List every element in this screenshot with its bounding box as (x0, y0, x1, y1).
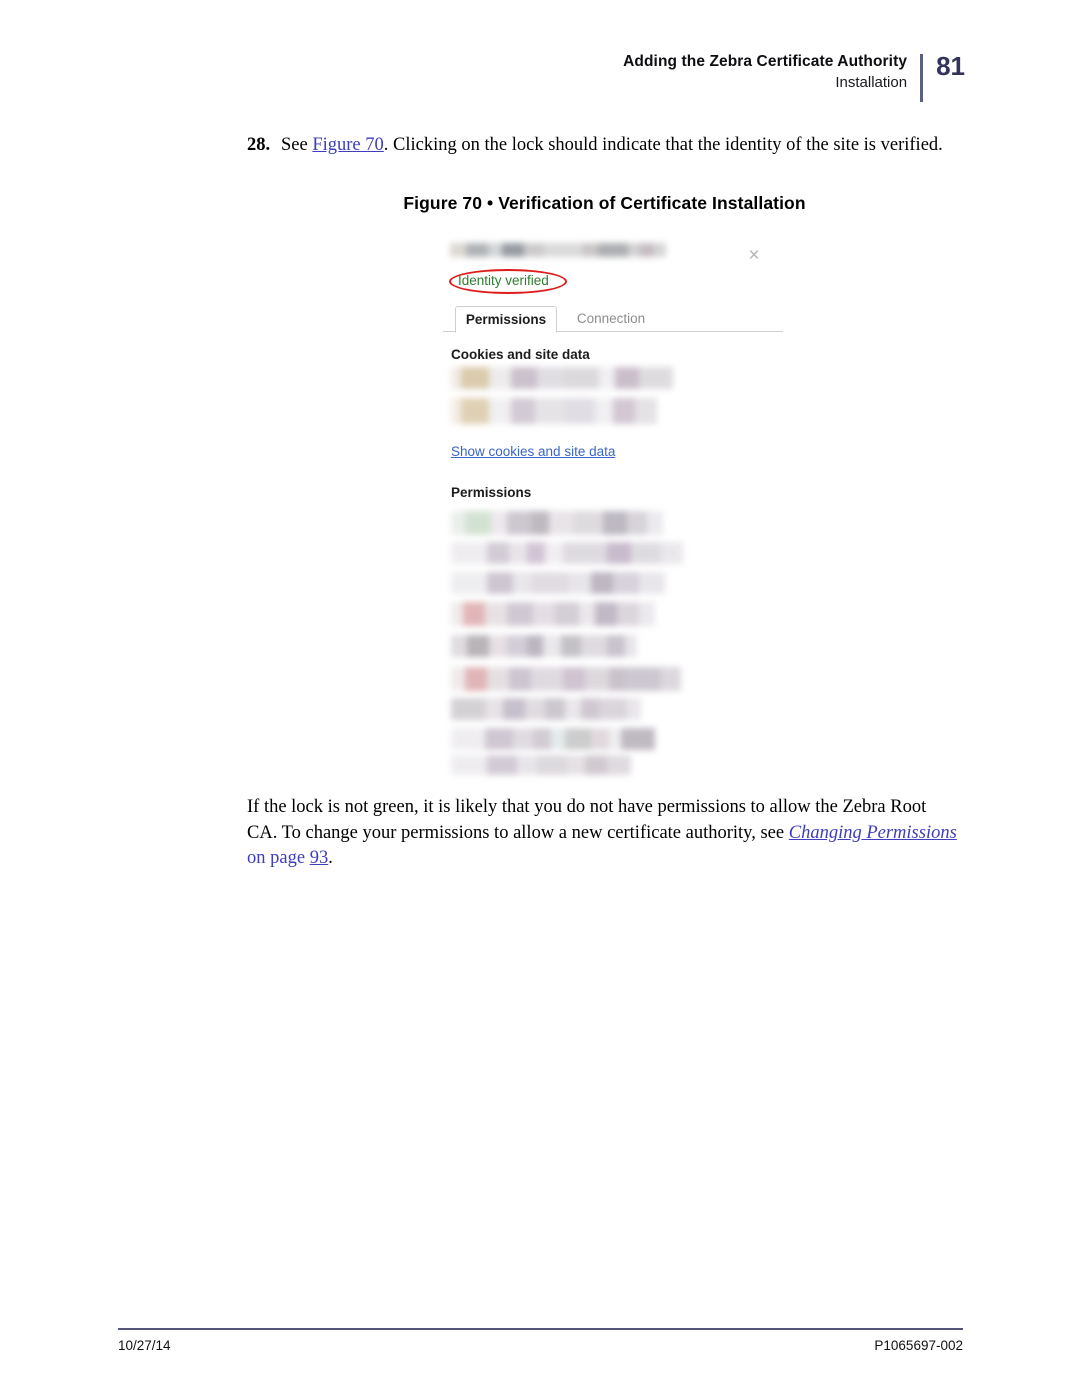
close-icon[interactable]: × (745, 246, 763, 265)
identity-verified-annotation: Identity verified (449, 269, 567, 294)
closing-part-3: . (328, 848, 333, 868)
redacted-row (451, 542, 683, 564)
tab-permissions[interactable]: Permissions (455, 305, 557, 333)
show-cookies-and-site-data-link[interactable]: Show cookies and site data (451, 444, 615, 459)
redacted-site-title-bar (450, 243, 666, 257)
header-title: Adding the Zebra Certificate Authority (623, 53, 908, 70)
page-header: Adding the Zebra Certificate Authority I… (623, 52, 965, 102)
header-text-block: Adding the Zebra Certificate Authority I… (623, 52, 920, 94)
step-text: See Figure 70. Clicking on the lock shou… (281, 133, 943, 158)
identity-status-label: Identity verified (458, 273, 549, 288)
redacted-row (451, 698, 641, 720)
page-93-crossref-link[interactable]: 93 (310, 848, 329, 868)
closing-part-2: on page (247, 848, 310, 868)
redacted-row (451, 728, 655, 750)
step-number: 28. (247, 135, 271, 155)
redacted-row (451, 367, 673, 389)
closing-paragraph: If the lock is not green, it is likely t… (247, 795, 959, 872)
redacted-row (451, 755, 631, 775)
tab-connection[interactable]: Connection (565, 306, 657, 333)
redacted-row (451, 398, 657, 424)
numbered-step-28: 28. See Figure 70. Clicking on the lock … (247, 133, 962, 158)
permissions-heading: Permissions (451, 485, 532, 500)
redacted-row (451, 511, 663, 535)
cookies-and-site-data-heading: Cookies and site data (451, 347, 590, 362)
header-subtitle: Installation (835, 74, 908, 91)
figure-caption: Figure 70 • Verification of Certificate … (403, 193, 806, 213)
step-lead: See (281, 135, 313, 155)
redacted-row (451, 602, 655, 626)
footer-date: 10/27/14 (118, 1338, 171, 1353)
redacted-row (451, 635, 637, 657)
footer-document-id: P1065697-002 (874, 1338, 963, 1353)
figure-70-crossref-link[interactable]: Figure 70 (312, 135, 383, 155)
redacted-row (451, 667, 681, 691)
redacted-row (451, 572, 665, 594)
footer-divider-rule (118, 1328, 963, 1330)
step-rest: . Clicking on the lock should indicate t… (383, 135, 943, 155)
figure-image-browser-popup: × Identity verified Permissions Connecti… (443, 243, 783, 775)
page-number: 81 (936, 51, 965, 81)
changing-permissions-crossref-link[interactable]: Changing Permissions (789, 823, 957, 843)
popup-tab-bar: Permissions Connection (443, 305, 783, 333)
